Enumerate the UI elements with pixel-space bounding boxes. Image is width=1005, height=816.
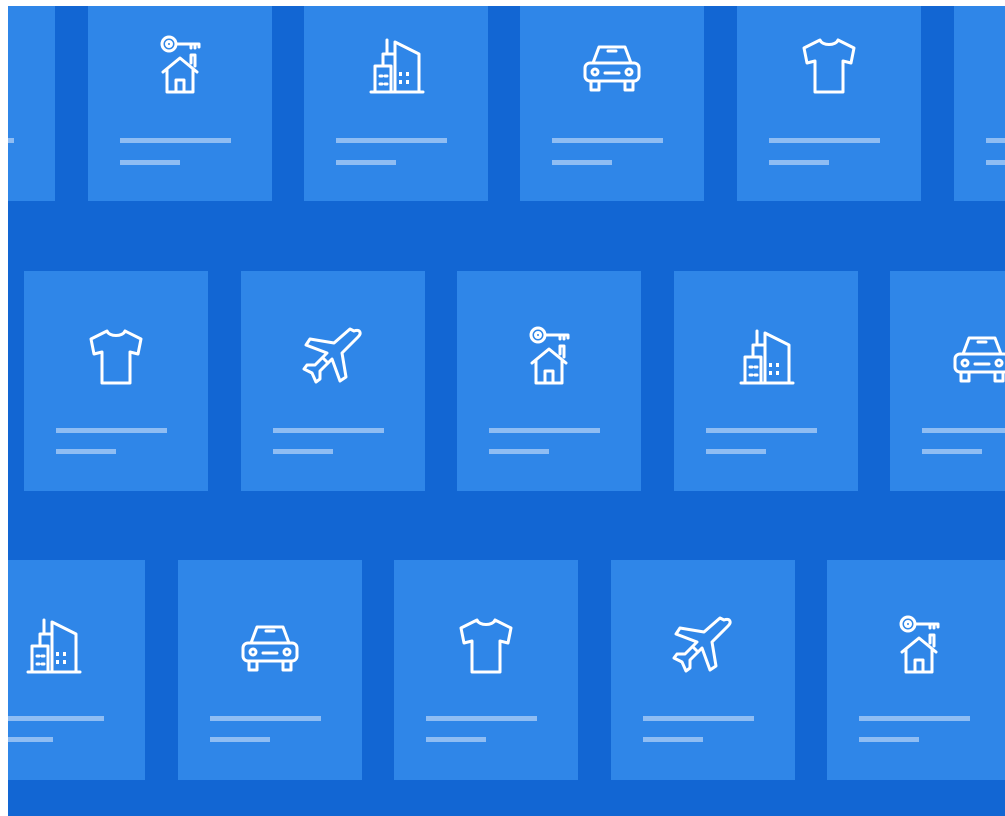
- tile-row-1: [8, 6, 1005, 201]
- car-icon: [947, 321, 1005, 391]
- subtitle-line: [426, 737, 486, 742]
- title-line: [8, 716, 104, 721]
- title-line: [56, 428, 167, 433]
- subtitle-line: [769, 160, 829, 165]
- house-key-icon: [884, 610, 954, 680]
- tshirt-icon: [794, 30, 864, 100]
- house-key-icon: [514, 321, 584, 391]
- tshirt-icon: [81, 321, 151, 391]
- title-line: [336, 138, 447, 143]
- title-line: [489, 428, 600, 433]
- category-card[interactable]: [88, 6, 272, 201]
- category-card[interactable]: [520, 6, 704, 201]
- title-line: [552, 138, 663, 143]
- subtitle-line: [706, 449, 766, 454]
- subtitle-line: [643, 737, 703, 742]
- building-icon: [18, 610, 88, 680]
- category-card[interactable]: [457, 271, 641, 491]
- subtitle-line: [986, 160, 1005, 165]
- subtitle-line: [859, 737, 919, 742]
- title-line: [922, 428, 1005, 433]
- title-line: [986, 138, 1005, 143]
- category-card[interactable]: [890, 271, 1005, 491]
- title-line: [706, 428, 817, 433]
- title-line: [273, 428, 384, 433]
- building-icon: [731, 321, 801, 391]
- car-icon: [577, 30, 647, 100]
- category-card[interactable]: [241, 271, 425, 491]
- tile-row-2: [8, 271, 1005, 491]
- subtitle-line: [552, 160, 612, 165]
- title-line: [769, 138, 880, 143]
- tshirt-icon: [451, 610, 521, 680]
- airplane-icon: [668, 610, 738, 680]
- title-line: [643, 716, 754, 721]
- category-card[interactable]: [611, 560, 795, 780]
- subtitle-line: [120, 160, 180, 165]
- category-card[interactable]: [304, 6, 488, 201]
- house-key-icon: [145, 30, 215, 100]
- category-card[interactable]: [178, 560, 362, 780]
- category-card[interactable]: [737, 6, 921, 201]
- subtitle-line: [489, 449, 549, 454]
- subtitle-line: [8, 737, 53, 742]
- title-line: [859, 716, 970, 721]
- category-card[interactable]: [394, 560, 578, 780]
- category-tiles-banner: [8, 6, 1005, 816]
- building-icon: [361, 30, 431, 100]
- subtitle-line: [273, 449, 333, 454]
- title-line: [210, 716, 321, 721]
- category-card[interactable]: [8, 560, 145, 780]
- category-card[interactable]: [24, 271, 208, 491]
- airplane-icon: [298, 321, 368, 391]
- car-icon: [235, 610, 305, 680]
- category-card[interactable]: [827, 560, 1005, 780]
- subtitle-line: [922, 449, 982, 454]
- subtitle-line: [210, 737, 270, 742]
- subtitle-line: [56, 449, 116, 454]
- tile-row-3: [8, 560, 1005, 780]
- subtitle-line: [336, 160, 396, 165]
- title-line: [8, 138, 14, 143]
- category-card[interactable]: [954, 6, 1005, 201]
- title-line: [120, 138, 231, 143]
- title-line: [426, 716, 537, 721]
- category-card[interactable]: [8, 6, 55, 201]
- category-card[interactable]: [674, 271, 858, 491]
